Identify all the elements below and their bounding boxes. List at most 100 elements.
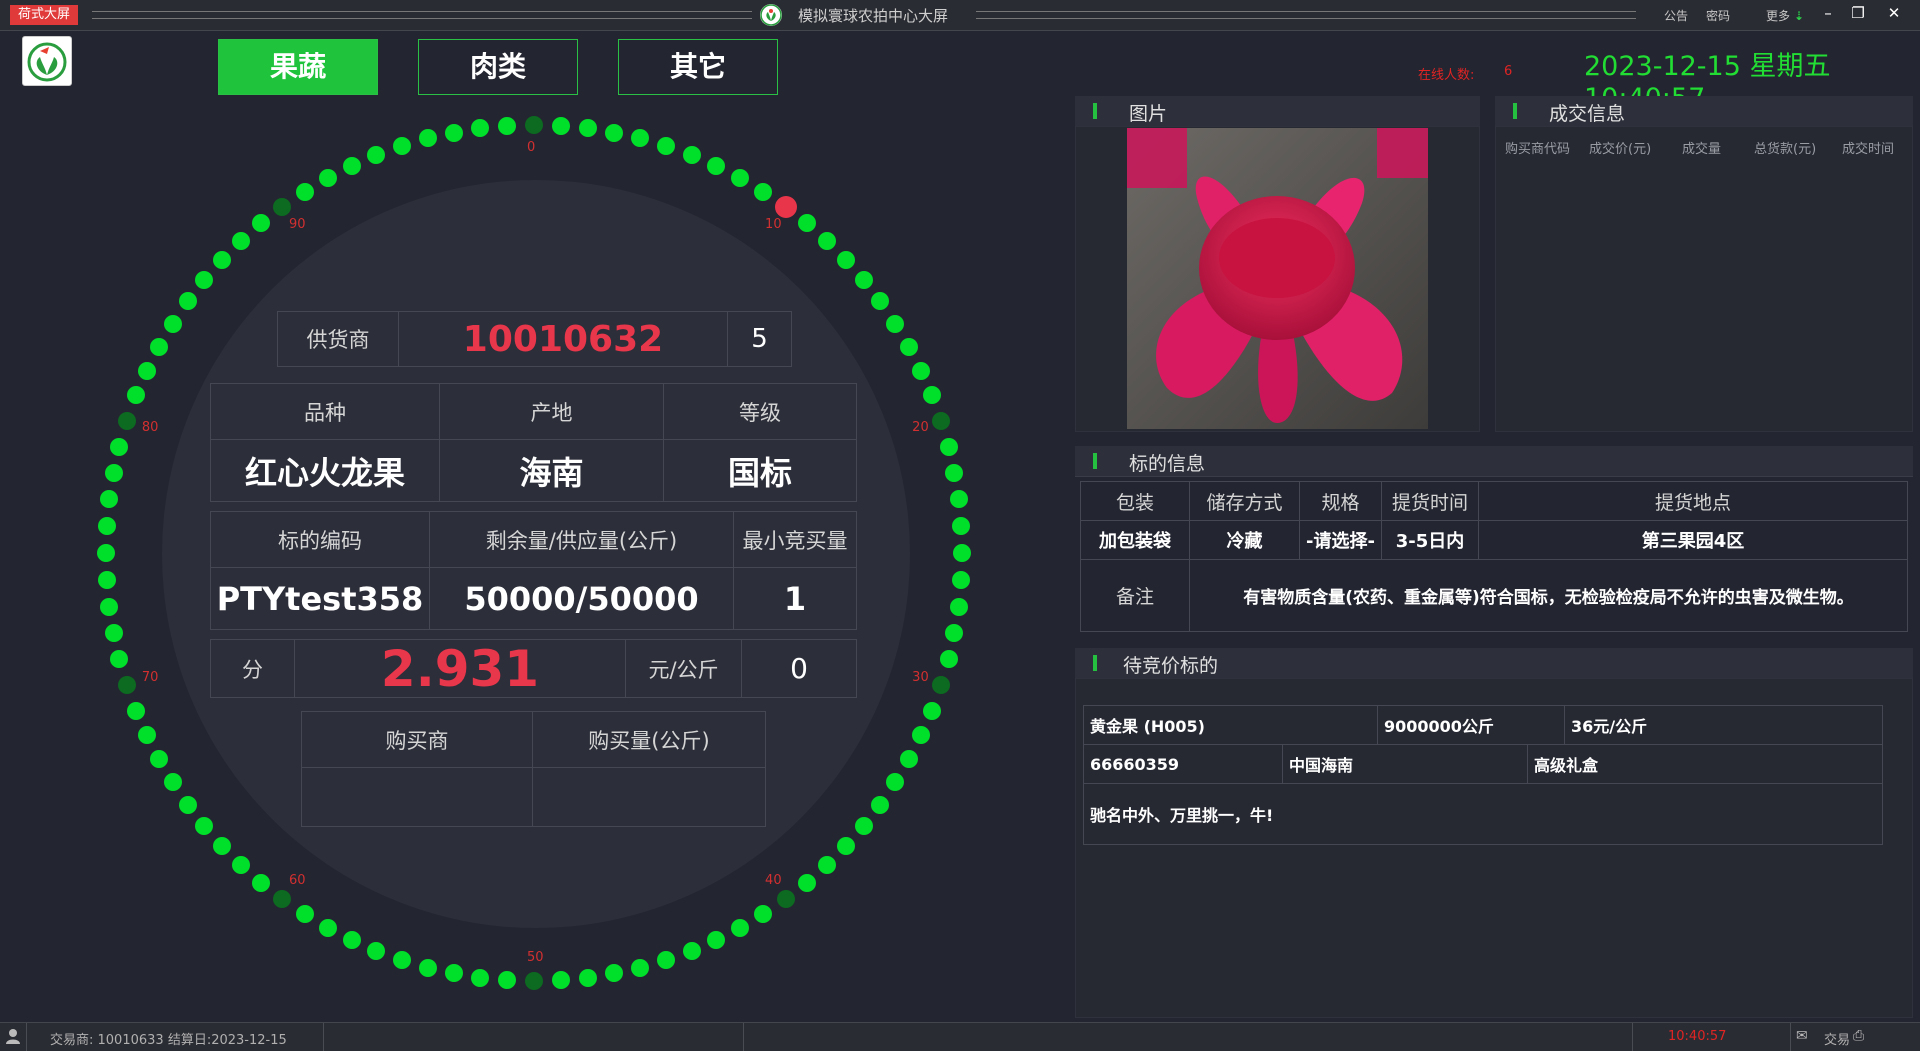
user-icon xyxy=(6,1028,20,1044)
dial-dot xyxy=(392,136,411,155)
dial-dot xyxy=(498,116,517,135)
grade-value: 国标 xyxy=(663,439,857,502)
dial-dot xyxy=(471,968,490,987)
dial-dot xyxy=(605,964,624,983)
window-title: 模拟寰球农拍中心大屏 xyxy=(798,7,949,25)
dial-tick-label: 60 xyxy=(288,872,306,888)
tab-fruits-veg[interactable]: 果蔬 xyxy=(218,39,378,95)
monitor-icon[interactable]: ⎙ xyxy=(1853,1028,1864,1044)
dial-dot xyxy=(195,271,214,290)
dial-dot xyxy=(939,437,958,456)
dial-dot xyxy=(682,941,701,960)
dial-dot xyxy=(854,816,873,835)
dial-dot xyxy=(817,232,836,250)
close-icon[interactable]: ✕ xyxy=(1884,4,1904,22)
dial-dot xyxy=(97,517,116,536)
dial-dot xyxy=(104,624,123,643)
dial-dot xyxy=(163,773,182,792)
dial-dot xyxy=(836,251,855,269)
dial-dot xyxy=(127,386,146,405)
status-separator xyxy=(743,1023,744,1051)
dial-tick-label: 50 xyxy=(527,950,544,965)
deal-col-price: 成交价(元) xyxy=(1589,142,1652,157)
dial-dot xyxy=(631,129,650,148)
dial-dot xyxy=(195,816,214,835)
app-badge: 荷式大屏 xyxy=(10,5,79,25)
status-time: 10:40:57 xyxy=(1668,1029,1727,1044)
status-bar: 交易商: 10010633 结算日:2023-12-15 10:40:57 ✉ … xyxy=(0,1022,1920,1051)
dial-tick-label: 30 xyxy=(912,670,929,686)
tab-meat[interactable]: 肉类 xyxy=(418,39,578,95)
dial-dot xyxy=(707,931,726,950)
title-decor-right xyxy=(976,11,1636,19)
dial-dot xyxy=(163,314,182,333)
dial-dot xyxy=(854,271,873,290)
dial-dot xyxy=(939,650,958,669)
dial-dot xyxy=(110,650,129,669)
origin-label: 产地 xyxy=(439,383,664,440)
min-qty-value: 1 xyxy=(733,567,857,630)
dial-dot-major xyxy=(932,676,951,695)
dial-dot xyxy=(110,437,129,456)
minimize-icon[interactable]: – xyxy=(1818,4,1838,22)
dial-tick-label: 80 xyxy=(141,419,159,435)
dial-dot xyxy=(137,361,156,380)
dial-dot xyxy=(367,941,386,960)
title-bar: 荷式大屏 模拟寰球农拍中心大屏 公告 密码 更多 ⇣ – ❐ ✕ xyxy=(0,0,1920,31)
pending-code: 66660359 xyxy=(1083,744,1283,784)
lot-value-pickup-place: 第三果园4区 xyxy=(1478,520,1908,560)
dial-dot xyxy=(127,701,146,720)
dial-dot xyxy=(952,570,971,589)
dial-dot-major xyxy=(776,890,795,909)
tab-other[interactable]: 其它 xyxy=(618,39,778,95)
dial-dot xyxy=(444,123,463,142)
price-unit-prefix: 分 xyxy=(210,639,295,698)
online-label: 在线人数: xyxy=(1418,68,1475,83)
restore-icon[interactable]: ❐ xyxy=(1848,4,1868,22)
status-separator xyxy=(323,1023,324,1051)
pending-price: 36元/公斤 xyxy=(1564,705,1883,745)
header-accent xyxy=(1093,103,1097,119)
dial-dot xyxy=(498,971,517,990)
lot-remark-value: 有害物质含量(农药、重金属等)符合国标，无检验检疫局不允许的虫害及微生物。 xyxy=(1189,559,1908,632)
more-button[interactable]: 更多 ⇣ xyxy=(1766,7,1804,24)
lot-remark-label: 备注 xyxy=(1080,559,1190,632)
dial-dot xyxy=(232,232,250,250)
lot-header-spec: 规格 xyxy=(1299,481,1382,521)
dial-dot-major xyxy=(525,116,543,134)
lot-value-pickup-time: 3-5日内 xyxy=(1381,520,1479,560)
dial-dot xyxy=(418,129,437,148)
image-panel-title: 图片 xyxy=(1129,103,1168,125)
mail-icon[interactable]: ✉ xyxy=(1796,1028,1808,1044)
pending-origin: 中国海南 xyxy=(1282,744,1528,784)
dial-dot xyxy=(953,544,971,562)
deal-panel xyxy=(1495,126,1913,432)
dial-dot-major xyxy=(117,411,136,430)
dial-dot xyxy=(605,123,624,142)
dial-dot-major xyxy=(525,972,543,990)
remain-label: 剩余量/供应量(公斤) xyxy=(429,511,734,568)
variety-value: 红心火龙果 xyxy=(210,439,440,502)
code-label: 标的编码 xyxy=(210,511,430,568)
price-extra: 0 xyxy=(741,639,857,698)
lot-panel-header: 标的信息 xyxy=(1075,446,1913,477)
supplier-code: 10010632 xyxy=(398,311,728,367)
dial-dot xyxy=(945,624,964,643)
dial-dot-major xyxy=(932,411,951,430)
dial-tick-label: 0 xyxy=(527,140,536,155)
min-qty-label: 最小竞买量 xyxy=(733,511,857,568)
status-separator xyxy=(26,1023,27,1051)
trader-info: 交易商: 10010633 结算日:2023-12-15 xyxy=(50,1033,287,1048)
dial-dot xyxy=(149,750,168,769)
dial-dot xyxy=(551,971,570,990)
notice-button[interactable]: 公告 xyxy=(1664,7,1688,24)
dial-dot xyxy=(871,292,890,311)
dial-dot xyxy=(318,919,337,938)
password-button[interactable]: 密码 xyxy=(1706,7,1730,24)
buyer-qty-label: 购买量(公斤) xyxy=(532,711,766,768)
dial-dot xyxy=(754,905,773,924)
dial-dot xyxy=(418,958,437,977)
lot-header-package: 包装 xyxy=(1080,481,1190,521)
current-price: 2.931 xyxy=(294,639,626,698)
dial-dot xyxy=(213,251,231,269)
